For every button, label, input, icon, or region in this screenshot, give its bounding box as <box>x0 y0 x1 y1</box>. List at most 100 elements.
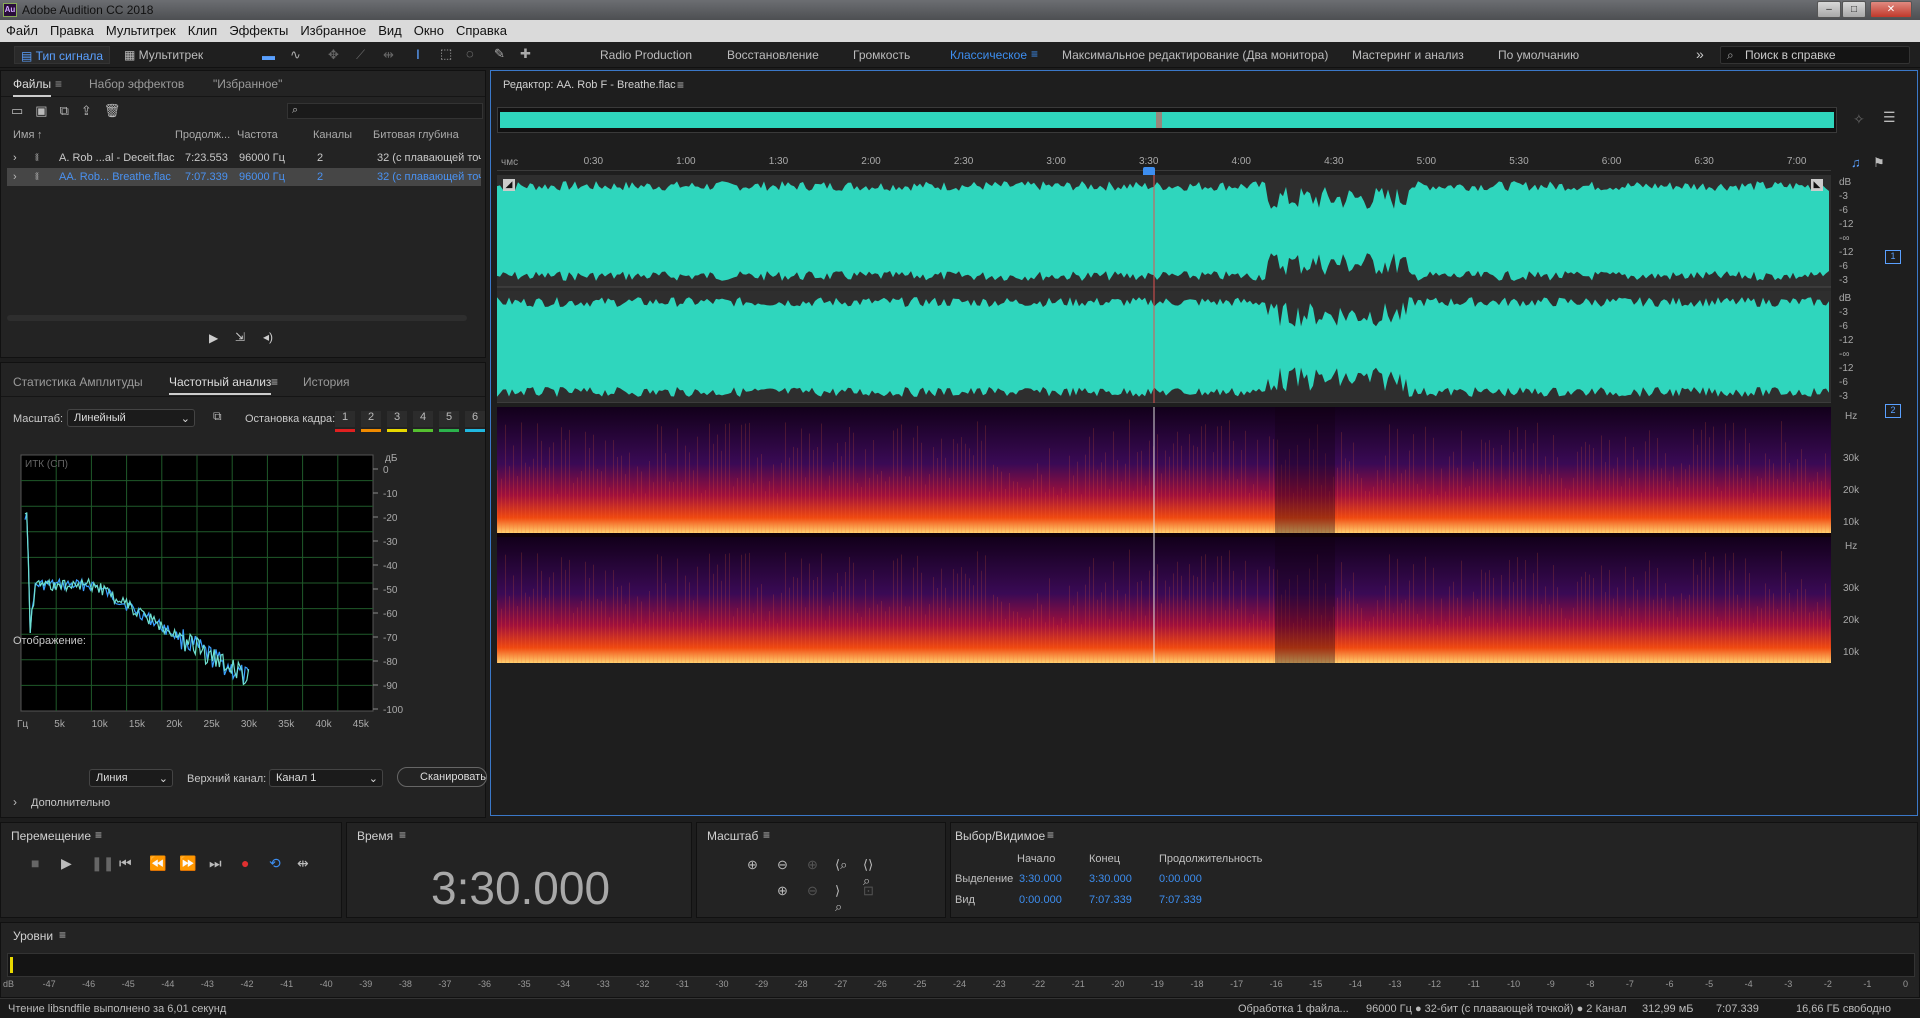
top-channel-dropdown[interactable]: Канал 1 ⌄ <box>269 769 383 787</box>
channel-1-toggle[interactable]: 1 <box>1885 250 1901 264</box>
view-menu-icon[interactable]: ☰ <box>1883 109 1896 126</box>
workspace-tab[interactable]: Классическое <box>950 48 1027 62</box>
tab-amplitude-statistics[interactable]: Статистика Амплитуды <box>13 375 143 389</box>
channel-2-toggle[interactable]: 2 <box>1885 404 1901 418</box>
menu-item[interactable]: Мультитрек <box>100 20 182 38</box>
help-search-input[interactable]: ⌕ Поиск в справке <box>1720 46 1910 64</box>
lasso-tool-icon[interactable]: ◌ <box>466 46 474 61</box>
workspace-tab[interactable]: Восстановление <box>727 48 819 62</box>
col-duration[interactable]: Продолж... <box>175 129 230 141</box>
healing-tool-icon[interactable]: ✚ <box>520 46 531 62</box>
freeze-slot-button[interactable]: 5 <box>439 411 459 427</box>
close-button[interactable]: ✕ <box>1870 1 1912 18</box>
waveform-mode-button[interactable]: ▤ Тип сигнала <box>14 46 111 64</box>
tab-favorites[interactable]: "Избранное" <box>213 77 282 91</box>
preview-play-icon[interactable]: ▶ <box>209 331 218 345</box>
freeze-slot-button[interactable]: 4 <box>413 411 433 427</box>
workspace-tab[interactable]: Максимальное редактирование (Два монитор… <box>1062 48 1328 62</box>
col-channels[interactable]: Каналы <box>313 129 352 141</box>
workspace-tab[interactable]: Мастеринг и анализ <box>1352 48 1464 62</box>
file-actions-icons[interactable]: ▭▣⧉⇪🗑 <box>11 103 132 119</box>
workspace-menu-icon[interactable]: ≡ <box>1031 47 1038 61</box>
stop-icon[interactable]: ■ <box>31 855 39 871</box>
fade-out-handle[interactable]: ◣ <box>1811 179 1823 191</box>
expand-chevron-icon[interactable]: › <box>13 152 17 164</box>
zoom-out-center-icon[interactable]: ⟩⌕ <box>835 883 842 915</box>
freeze-slot-button[interactable]: 2 <box>361 411 381 427</box>
freeze-slot-button[interactable]: 1 <box>335 411 355 427</box>
selection-start-field[interactable]: 3:30.000 <box>1019 873 1062 885</box>
preview-autoplay-icon[interactable]: ◂) <box>263 330 273 344</box>
razor-tool-icon[interactable]: ⟋ <box>356 47 365 63</box>
spectral-display[interactable] <box>497 407 1831 663</box>
scan-button[interactable]: Сканировать <box>397 767 487 787</box>
move-tool-icon[interactable]: ✥ <box>328 47 339 63</box>
zoom-in-amplitude-icon[interactable]: ⊕ <box>747 857 758 873</box>
pause-icon[interactable]: ❚❚ <box>91 855 114 872</box>
menu-item[interactable]: Вид <box>372 20 408 38</box>
record-icon[interactable]: ● <box>241 855 249 871</box>
minimize-button[interactable]: – <box>1817 1 1841 18</box>
col-depth[interactable]: Битовая глубина <box>373 129 459 141</box>
brush-tool-icon[interactable]: ✎ <box>494 46 505 62</box>
workspace-tab[interactable]: По умолчанию <box>1498 48 1579 62</box>
expand-chevron-icon[interactable]: › <box>13 171 17 183</box>
marker-icon[interactable]: ⚑ <box>1873 155 1885 171</box>
editor-menu-icon[interactable]: ≡ <box>677 78 684 92</box>
lock-frame-icon[interactable]: ⧉ <box>213 409 222 424</box>
selection-end-field[interactable]: 3:30.000 <box>1089 873 1132 885</box>
zoom-in-time-icon[interactable]: ⊕ <box>807 857 818 873</box>
file-filter-input[interactable]: ⌕ <box>287 103 483 119</box>
menu-item[interactable]: Файл <box>0 20 44 38</box>
skip-selection-icon[interactable]: ⇹ <box>297 855 309 872</box>
workspace-tab[interactable]: Громкость <box>853 48 910 62</box>
zoom-out-icon[interactable]: ✧ <box>1853 111 1865 128</box>
menu-item[interactable]: Правка <box>44 20 100 38</box>
maximize-button[interactable]: □ <box>1842 1 1866 18</box>
multitrack-mode-button[interactable]: ▦ Мультитрек <box>118 46 209 64</box>
tab-files[interactable]: Файлы <box>13 77 52 97</box>
tab-effects-rack[interactable]: Набор эффектов <box>89 77 184 91</box>
overview-strip[interactable] <box>497 107 1837 133</box>
rewind-icon[interactable]: ⏪ <box>149 855 166 872</box>
expand-chevron-icon[interactable]: › <box>13 795 17 809</box>
fade-in-handle[interactable]: ◢ <box>503 179 515 191</box>
menu-item[interactable]: Справка <box>450 20 513 38</box>
loop-icon[interactable]: ⟲ <box>269 855 281 872</box>
col-rate[interactable]: Частота <box>237 129 278 141</box>
workspace-tab[interactable]: Radio Production <box>600 48 692 62</box>
freeze-slot-button[interactable]: 3 <box>387 411 407 427</box>
more-workspaces-icon[interactable]: » <box>1696 46 1704 62</box>
fast-forward-icon[interactable]: ⏩ <box>179 855 196 872</box>
file-row[interactable]: › ⧛ A. Rob ...al - Deceit.flac 7:23.553 … <box>7 149 481 167</box>
menu-item[interactable]: Окно <box>408 20 450 38</box>
time-ruler[interactable]: чмс 0:30 1:00 1:30 2:00 2:30 3:00 3:30 4:00 4:30… <box>497 153 1831 177</box>
zoom-out-time-icon[interactable]: ⊖ <box>807 883 818 899</box>
selection-duration-field[interactable]: 0:00.000 <box>1159 873 1202 885</box>
zoom-reset-icon[interactable]: ⊡ <box>863 883 874 899</box>
skip-back-icon[interactable]: ⏮ <box>119 855 132 872</box>
view-start-field[interactable]: 0:00.000 <box>1019 894 1062 906</box>
menu-item[interactable]: Избранное <box>294 20 372 38</box>
view-end-field[interactable]: 7:07.339 <box>1089 894 1132 906</box>
waveform-view-icon[interactable]: ▬ <box>262 48 275 63</box>
col-name[interactable]: Имя <box>13 129 34 141</box>
zoom-in-center-icon[interactable]: ⟨⌕ <box>835 857 847 873</box>
menu-item[interactable]: Эффекты <box>223 20 294 38</box>
headphone-monitor-icon[interactable]: ♫ <box>1851 155 1861 170</box>
advanced-label[interactable]: Дополнительно <box>31 797 110 809</box>
spectral-view-icon[interactable]: ∿ <box>290 47 301 63</box>
tab-frequency-analysis[interactable]: Частотный анализ <box>169 375 272 395</box>
menu-item[interactable]: Клип <box>182 20 223 38</box>
time-selection-tool-icon[interactable]: I <box>416 46 420 62</box>
zoom-out-amplitude-icon[interactable]: ⊖ <box>777 857 788 873</box>
preview-loop-icon[interactable]: ⇲ <box>235 330 245 344</box>
freeze-slot-button[interactable]: 6 <box>465 411 485 427</box>
files-scrollbar[interactable] <box>7 315 467 321</box>
view-duration-field[interactable]: 7:07.339 <box>1159 894 1202 906</box>
files-panel-menu-icon[interactable]: ≡ <box>55 77 62 91</box>
analysis-menu-icon[interactable]: ≡ <box>271 375 278 389</box>
display-dropdown[interactable]: Линия ⌄ <box>89 769 173 787</box>
waveform-display[interactable]: ◢ ◣ <box>497 175 1831 404</box>
file-row[interactable]: › ⧛ AA. Rob... Breathe.flac 7:07.339 960… <box>7 168 481 186</box>
